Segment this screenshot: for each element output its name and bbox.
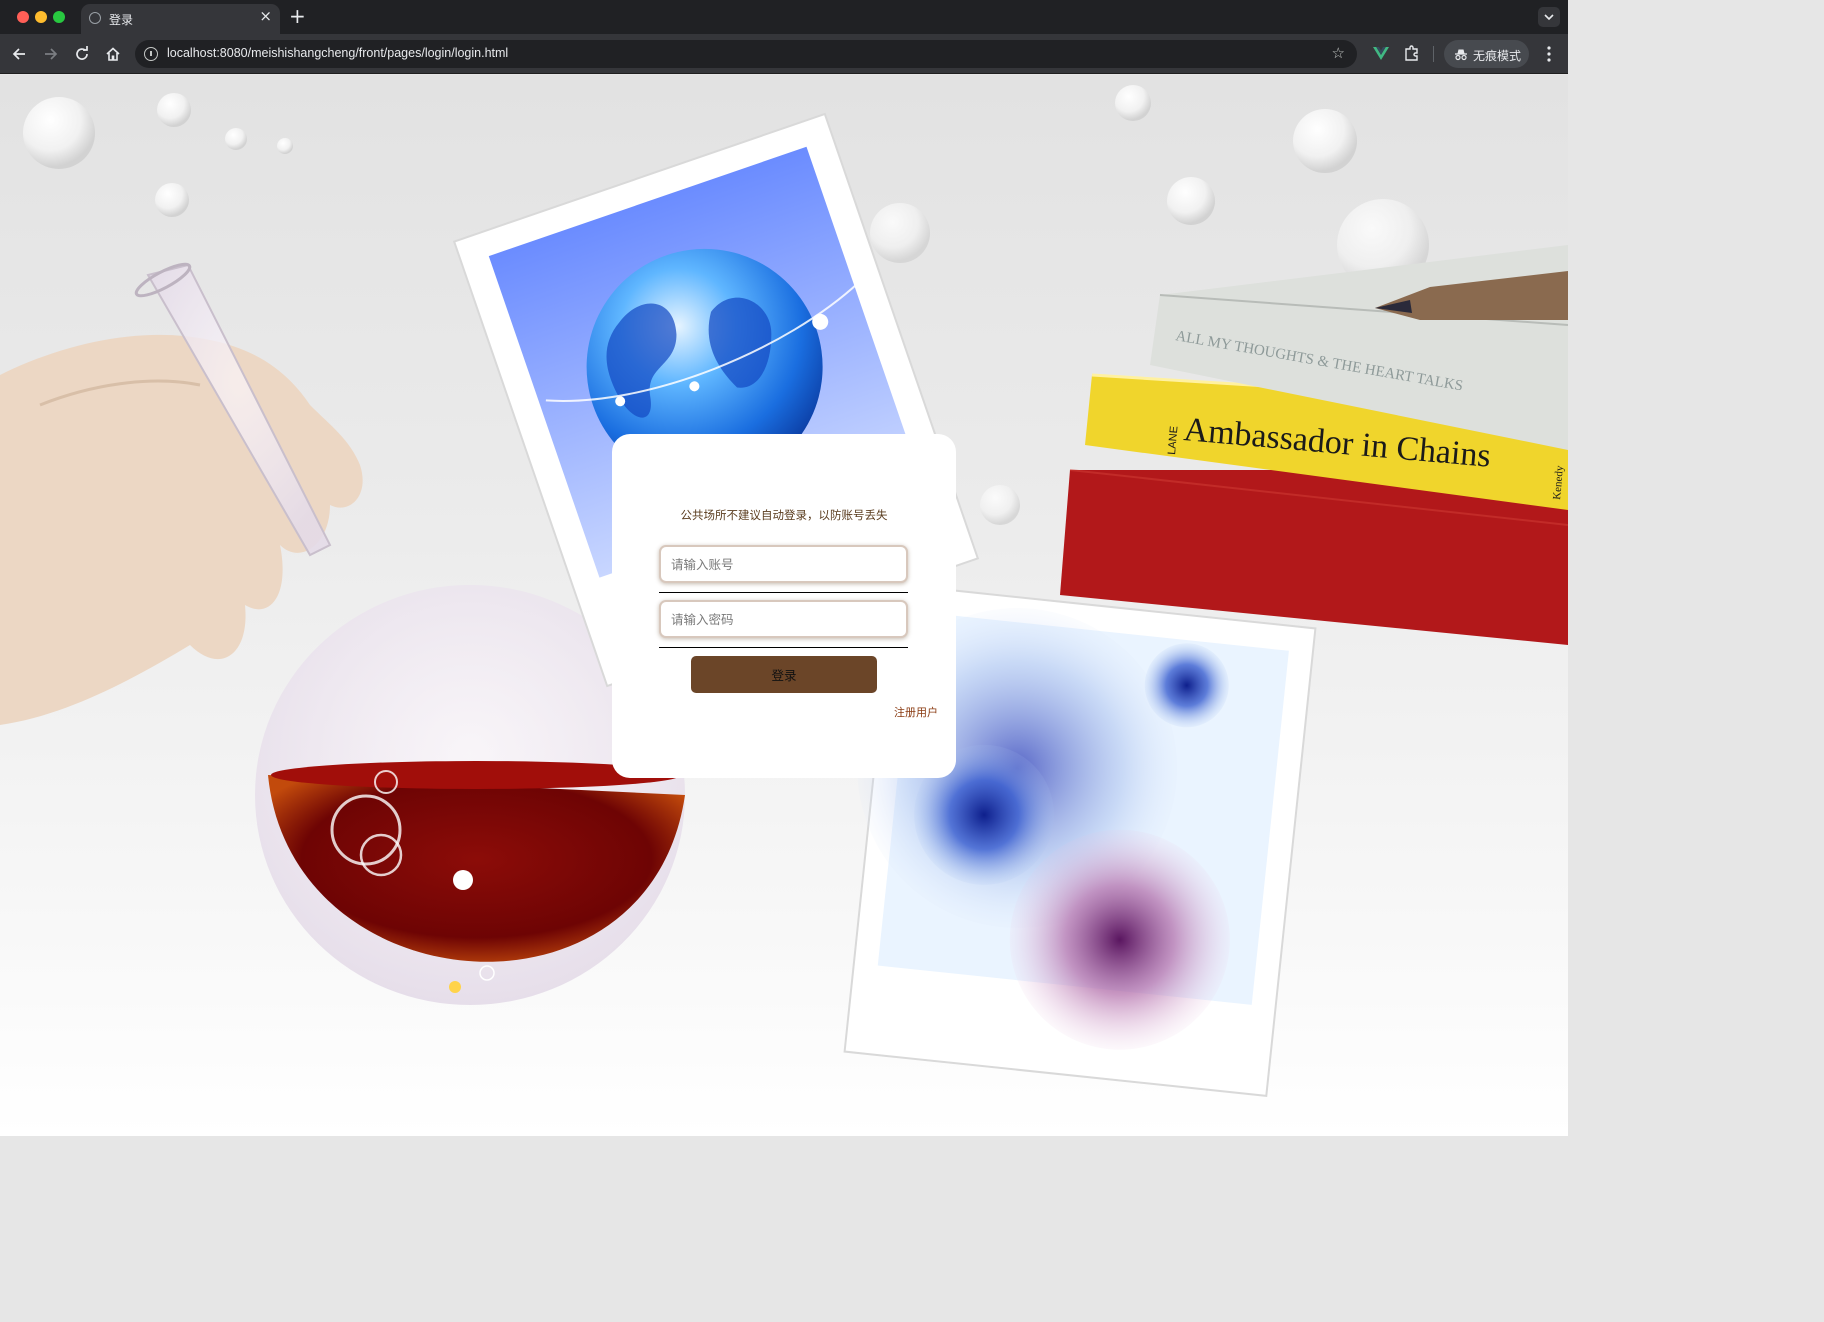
toolbar-divider: [1433, 46, 1434, 62]
back-icon[interactable]: [10, 44, 30, 64]
bookmark-star-icon[interactable]: ☆: [1332, 44, 1345, 62]
more-menu-icon[interactable]: [1542, 44, 1556, 64]
browser-tab[interactable]: 登录 ×: [81, 4, 280, 34]
new-tab-button[interactable]: +: [289, 6, 306, 26]
account-underline: [659, 592, 908, 593]
site-info-icon[interactable]: [144, 47, 158, 61]
incognito-icon: [1455, 49, 1467, 61]
chevron-down-icon: [1544, 14, 1554, 21]
login-button[interactable]: 登录: [691, 656, 877, 693]
books-stack: ALL MY THOUGHTS & THE HEART TALKS Ambass…: [1060, 245, 1568, 645]
tab-title: 登录: [109, 13, 134, 27]
address-bar[interactable]: localhost:8080/meishishangcheng/front/pa…: [135, 40, 1357, 68]
browser-toolbar: localhost:8080/meishishangcheng/front/pa…: [0, 34, 1568, 74]
password-underline: [659, 647, 908, 648]
home-icon[interactable]: [103, 44, 123, 64]
password-input[interactable]: [659, 600, 908, 638]
browser-titlebar: 登录 × +: [0, 0, 1568, 34]
book-publisher: LANE: [1166, 426, 1180, 456]
vue-devtools-icon[interactable]: [1372, 44, 1390, 62]
forward-icon[interactable]: [40, 44, 60, 64]
minimize-window-button[interactable]: [35, 11, 47, 23]
globe-icon: [89, 12, 101, 24]
close-window-button[interactable]: [17, 11, 29, 23]
maximize-window-button[interactable]: [53, 11, 65, 23]
login-card: 公共场所不建议自动登录，以防账号丢失 登录 注册用户: [612, 434, 956, 778]
login-page: ALL MY THOUGHTS & THE HEART TALKS Ambass…: [0, 75, 1568, 1136]
incognito-badge[interactable]: 无痕模式: [1444, 40, 1529, 68]
tab-search-button[interactable]: [1538, 7, 1560, 27]
extensions-puzzle-icon[interactable]: [1403, 44, 1421, 62]
tab-close-button[interactable]: ×: [259, 9, 272, 24]
security-notice: 公共场所不建议自动登录，以防账号丢失: [680, 508, 888, 522]
incognito-label: 无痕模式: [1473, 49, 1522, 63]
account-input[interactable]: [659, 545, 908, 583]
register-link[interactable]: 注册用户: [894, 704, 938, 720]
reload-icon[interactable]: [72, 44, 92, 64]
url-text[interactable]: localhost:8080/meishishangcheng/front/pa…: [167, 46, 508, 60]
